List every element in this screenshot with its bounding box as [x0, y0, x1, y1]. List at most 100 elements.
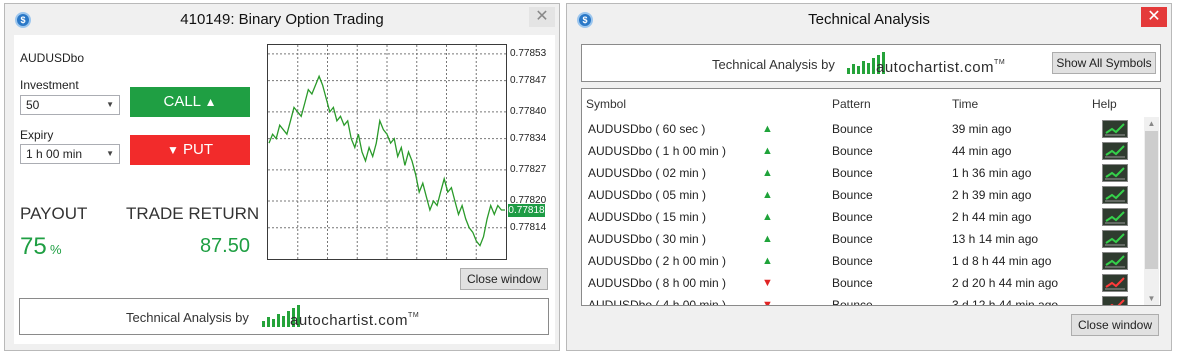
row-pattern: Bounce [832, 122, 873, 136]
table-row[interactable]: AUDUSDbo ( 2 h 00 min ) ▲ Bounce 1 d 8 h 44… [582, 251, 1142, 273]
table-row[interactable]: AUDUSDbo ( 05 min ) ▲ Bounce 2 h 39 min ago [582, 185, 1142, 207]
pattern-chart-up-icon[interactable] [1102, 208, 1128, 226]
payout-unit: % [50, 242, 62, 257]
pattern-chart-up-icon[interactable] [1102, 252, 1128, 270]
row-time: 39 min ago [952, 122, 1012, 136]
vertical-scrollbar[interactable]: ▲ ▼ [1144, 117, 1159, 305]
row-time: 13 h 14 min ago [952, 232, 1039, 246]
trade-return-value: 87.50 [199, 235, 250, 257]
y-tick-label: 0.77827 [510, 163, 547, 175]
pattern-chart-up-icon[interactable] [1102, 186, 1128, 204]
table-row[interactable]: AUDUSDbo ( 30 min ) ▲ Bounce 13 h 14 min ag… [582, 229, 1142, 251]
row-time: 1 d 8 h 44 min ago [952, 254, 1052, 268]
table-row[interactable]: AUDUSDbo ( 02 min ) ▲ Bounce 1 h 36 min ago [582, 163, 1142, 185]
investment-select[interactable]: 50 ▼ [20, 95, 120, 115]
table-row[interactable]: AUDUSDbo ( 60 sec ) ▲ Bounce 39 min ago [582, 119, 1142, 141]
trend-up-icon: ▲ [762, 233, 773, 245]
trend-down-icon: ▼ [762, 299, 773, 306]
call-label: CALL [163, 93, 201, 110]
window-title: Technical Analysis [808, 11, 930, 28]
trend-up-icon: ▲ [762, 167, 773, 179]
row-symbol: AUDUSDbo ( 05 min ) [588, 188, 707, 202]
table-row[interactable]: AUDUSDbo ( 4 h 00 min ) ▼ Bounce 3 d 12 h 4… [582, 295, 1142, 306]
ta-by-label: Technical Analysis by [126, 310, 249, 325]
y-tick-label: 0.77840 [510, 105, 547, 117]
scroll-thumb[interactable] [1145, 131, 1158, 269]
column-time: Time [952, 97, 979, 111]
window-title: 410149: Binary Option Trading [180, 11, 384, 28]
row-time: 2 h 39 min ago [952, 188, 1032, 202]
table-row[interactable]: AUDUSDbo ( 1 h 00 min ) ▲ Bounce 44 min ago [582, 141, 1142, 163]
row-symbol: AUDUSDbo ( 30 min ) [588, 232, 707, 246]
arrow-up-icon: ▲ [204, 95, 217, 109]
scroll-up-icon[interactable]: ▲ [1144, 119, 1159, 128]
autochartist-name: autochartist.comTM [290, 312, 419, 329]
row-symbol: AUDUSDbo ( 1 h 00 min ) [588, 144, 727, 158]
row-time: 1 h 36 min ago [952, 166, 1032, 180]
trade-return-label: TRADE RETURN [126, 204, 260, 223]
y-tick-label: 0.77814 [510, 221, 547, 233]
trading-window: $ 410149: Binary Option Trading ✕ AUDUSD… [4, 3, 560, 351]
pattern-chart-down-icon[interactable] [1102, 274, 1128, 292]
autochartist-name: autochartist.comTM [876, 59, 1005, 76]
ta-banner: Technical Analysis by autochartist.comTM… [581, 44, 1161, 82]
technical-analysis-window: $ Technical Analysis ✕ Technical Analysi… [566, 3, 1172, 351]
expiry-select[interactable]: 1 h 00 min ▼ [20, 144, 120, 164]
autochartist-text: autochartist.com [876, 59, 995, 76]
current-price-label: 0.77818 [508, 203, 545, 217]
row-pattern: Bounce [832, 144, 873, 158]
call-button[interactable]: CALL ▲ [130, 87, 250, 117]
table-row[interactable]: AUDUSDbo ( 15 min ) ▲ Bounce 2 h 44 min ago [582, 207, 1142, 229]
price-chart [267, 44, 507, 260]
pattern-chart-up-icon[interactable] [1102, 142, 1128, 160]
y-tick-label: 0.77853 [510, 47, 547, 59]
trademark-mark: TM [408, 312, 420, 319]
technical-analysis-link[interactable]: Technical Analysis by autochartist.comTM [19, 298, 549, 335]
row-symbol: AUDUSDbo ( 02 min ) [588, 166, 707, 180]
trend-up-icon: ▲ [762, 123, 773, 135]
put-button[interactable]: ▼ PUT [130, 135, 250, 165]
patterns-table: Symbol Pattern Time Help AUDUSDbo ( 60 s… [581, 88, 1161, 306]
row-time: 44 min ago [952, 144, 1012, 158]
trend-up-icon: ▲ [762, 145, 773, 157]
trend-up-icon: ▲ [762, 211, 773, 223]
trend-up-icon: ▲ [762, 189, 773, 201]
pattern-chart-up-icon[interactable] [1102, 230, 1128, 248]
trend-down-icon: ▼ [762, 277, 773, 289]
close-window-button[interactable]: Close window [460, 268, 548, 290]
symbol-label: AUDUSDbo [20, 51, 85, 65]
pattern-chart-up-icon[interactable] [1102, 164, 1128, 182]
pattern-chart-up-icon[interactable] [1102, 120, 1128, 138]
pattern-chart-down-icon[interactable] [1102, 296, 1128, 305]
close-icon[interactable]: ✕ [1141, 7, 1167, 27]
y-tick-label: 0.77834 [510, 132, 547, 144]
payout-label: PAYOUT [20, 204, 88, 223]
row-time: 2 d 20 h 44 min ago [952, 276, 1059, 290]
row-pattern: Bounce [832, 254, 873, 268]
column-symbol: Symbol [586, 97, 627, 111]
trend-up-icon: ▲ [762, 255, 773, 267]
row-symbol: AUDUSDbo ( 15 min ) [588, 210, 707, 224]
autochartist-text: autochartist.com [290, 312, 409, 329]
row-time: 2 h 44 min ago [952, 210, 1032, 224]
payout-display: 75 % [20, 233, 62, 261]
close-icon[interactable]: ✕ [529, 7, 555, 27]
scroll-down-icon[interactable]: ▼ [1144, 294, 1159, 303]
table-row[interactable]: AUDUSDbo ( 8 h 00 min ) ▼ Bounce 2 d 20 h 4… [582, 273, 1142, 295]
row-pattern: Bounce [832, 188, 873, 202]
y-tick-label: 0.77847 [510, 74, 547, 86]
show-all-symbols-button[interactable]: Show All Symbols [1052, 52, 1156, 74]
row-symbol: AUDUSDbo ( 60 sec ) [588, 122, 706, 136]
title-bar: $ 410149: Binary Option Trading ✕ [5, 4, 559, 36]
row-symbol: AUDUSDbo ( 8 h 00 min ) [588, 276, 727, 290]
column-pattern: Pattern [832, 97, 871, 111]
title-bar: $ Technical Analysis ✕ [567, 4, 1171, 36]
chevron-down-icon: ▼ [106, 149, 114, 158]
row-pattern: Bounce [832, 276, 873, 290]
investment-label: Investment [20, 78, 79, 92]
trademark-mark: TM [994, 59, 1006, 66]
column-help: Help [1092, 97, 1117, 111]
close-window-button[interactable]: Close window [1071, 314, 1159, 336]
price-chart-svg [268, 45, 506, 259]
row-pattern: Bounce [832, 210, 873, 224]
